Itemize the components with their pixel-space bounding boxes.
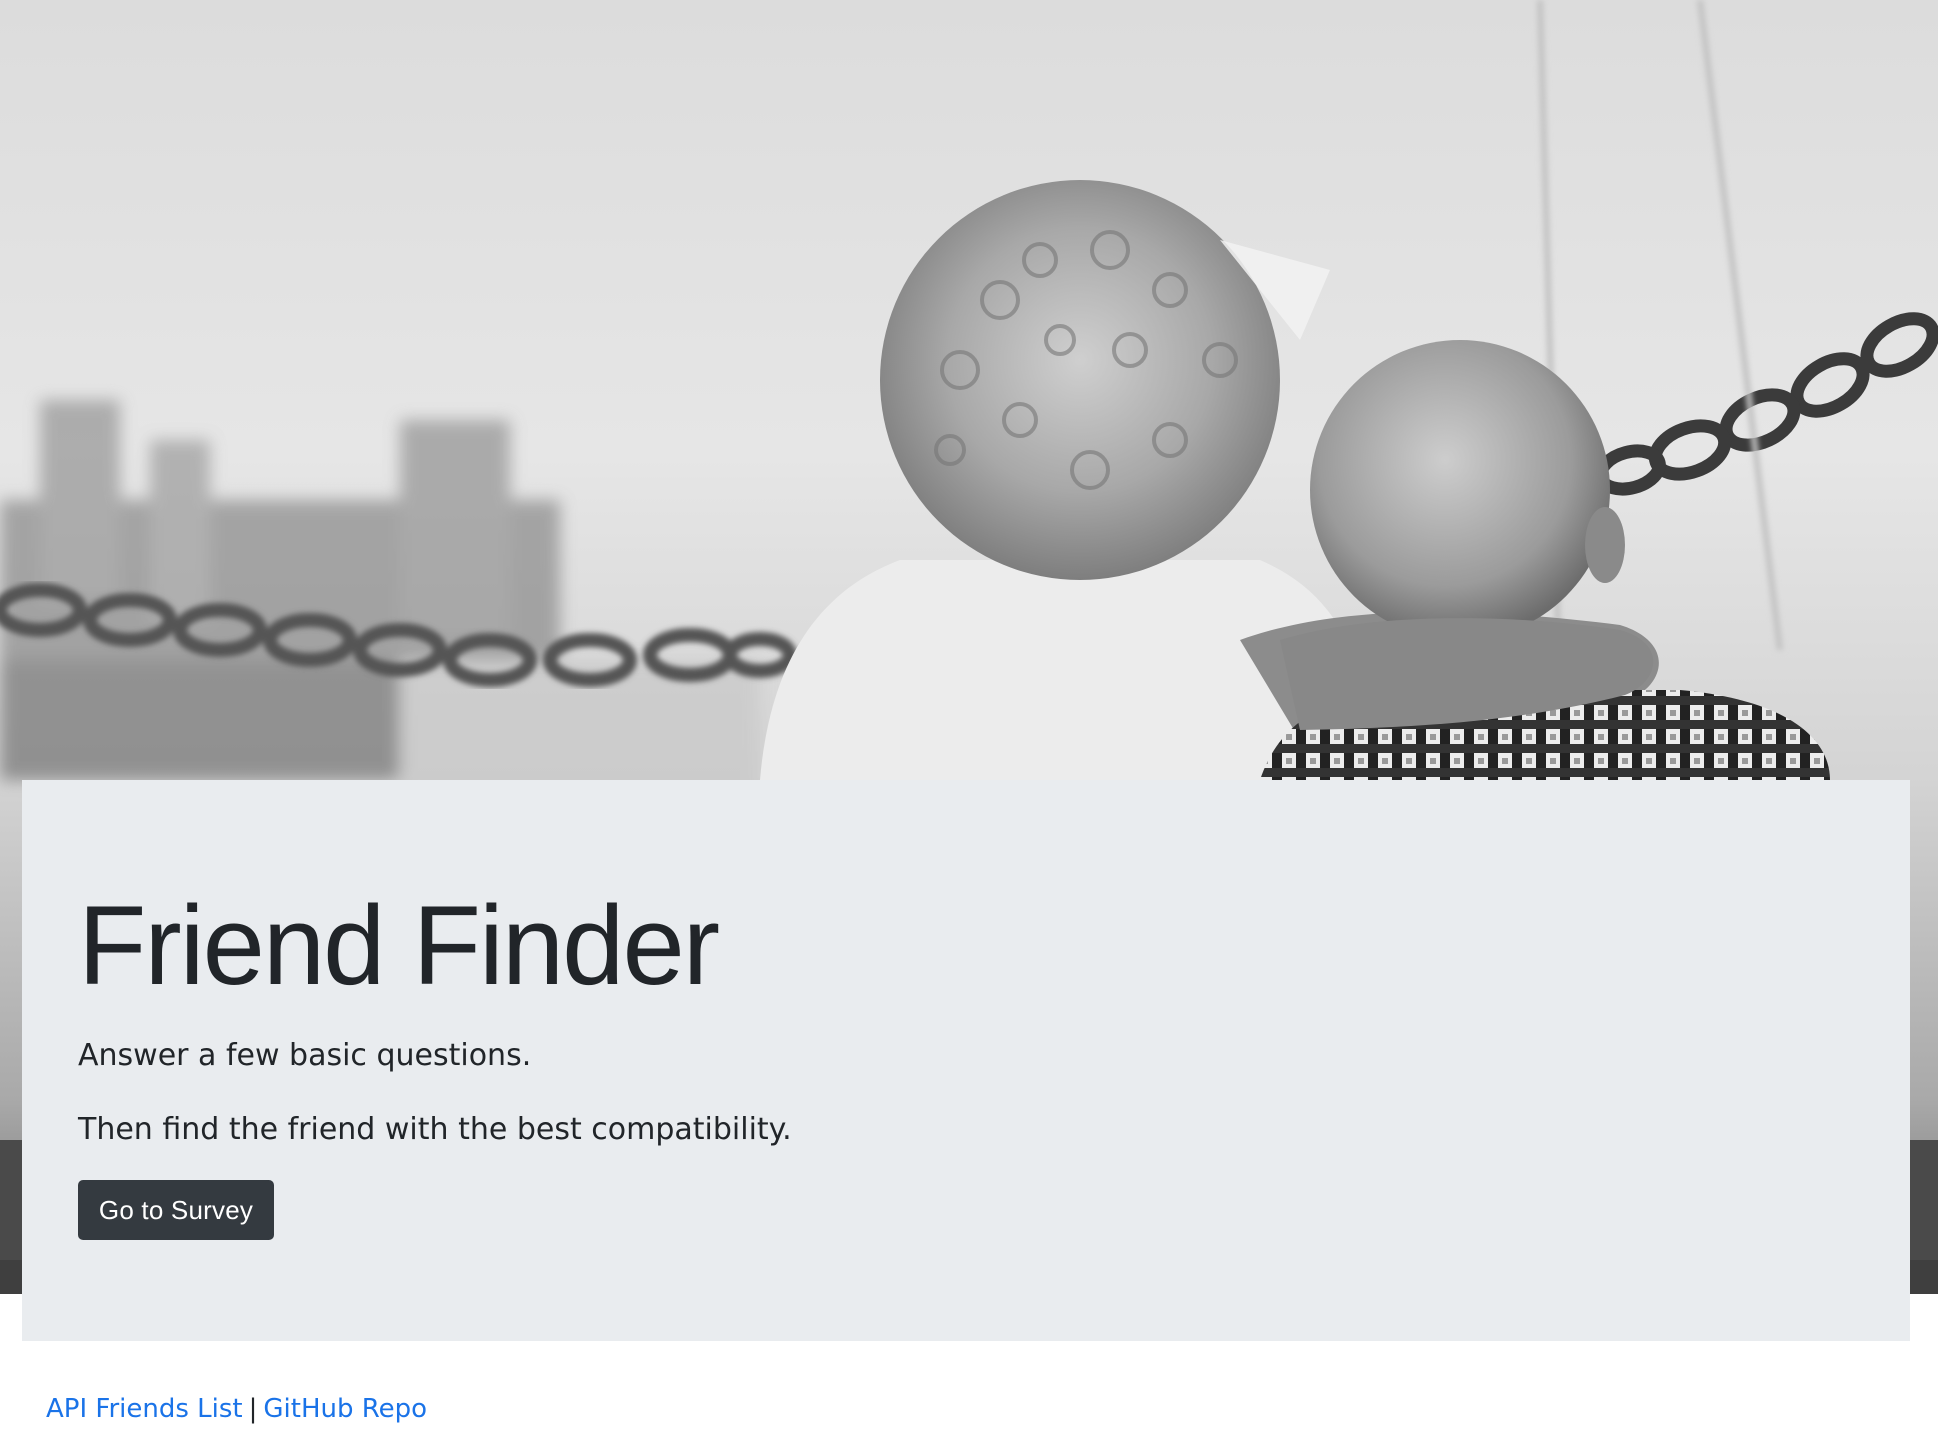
github-repo-link[interactable]: GitHub Repo [263, 1394, 427, 1424]
page-title: Friend Finder [78, 883, 720, 1008]
page: Friend Finder Answer a few basic questio… [0, 0, 1938, 1444]
footer-links: API Friends List | GitHub Repo [46, 1394, 427, 1425]
go-to-survey-button[interactable]: Go to Survey [78, 1180, 274, 1240]
intro-text-line-1: Answer a few basic questions. [78, 1038, 532, 1073]
footer-separator: | [248, 1394, 258, 1424]
intro-text-line-2: Then find the friend with the best compa… [78, 1112, 792, 1147]
api-friends-list-link[interactable]: API Friends List [46, 1394, 243, 1424]
jumbotron: Friend Finder Answer a few basic questio… [22, 780, 1910, 1341]
